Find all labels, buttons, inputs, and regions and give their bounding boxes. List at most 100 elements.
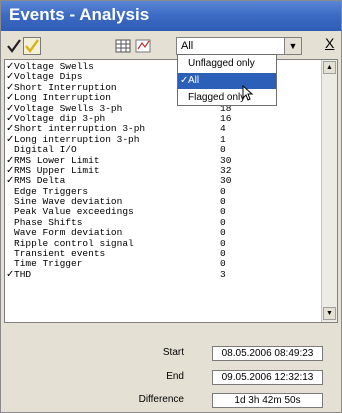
event-row[interactable]: Transient events 0 <box>5 248 323 260</box>
chart-view-button[interactable] <box>134 37 152 55</box>
menu-item-label: Unflagged only <box>188 58 255 69</box>
event-row[interactable]: Ripple control signal 0 <box>5 237 323 249</box>
event-name: Sine Wave deviation <box>14 196 123 208</box>
chart-icon <box>135 39 151 53</box>
row-checkmark-icon[interactable]: ✓ <box>6 155 14 166</box>
row-checkmark-icon[interactable]: ✓ <box>6 103 14 114</box>
end-field: 09.05.2006 12:32:13 <box>212 370 323 385</box>
start-field: 08.05.2006 08:49:23 <box>212 346 323 361</box>
close-button[interactable]: X <box>325 35 334 51</box>
event-count: 30 <box>220 175 232 187</box>
event-row[interactable]: Time Trigger 0 <box>5 258 323 270</box>
row-checkmark-icon[interactable]: ✓ <box>6 123 14 134</box>
chevron-down-icon[interactable]: ▼ <box>284 38 301 54</box>
row-checkmark-icon[interactable]: ✓ <box>6 71 14 82</box>
mouse-pointer-icon <box>242 84 254 104</box>
row-checkmark-icon[interactable]: ✓ <box>6 165 14 176</box>
event-list[interactable]: ✓ Voltage Swells ✓ Voltage Dips ✓ Short Inter… <box>4 59 338 323</box>
filter-select-value: All <box>181 40 194 52</box>
event-name: Voltage dip 3-ph <box>14 112 106 124</box>
event-count: 0 <box>220 185 226 197</box>
row-checkmark-icon[interactable]: ✓ <box>6 134 14 145</box>
event-row[interactable]: ✓ Long interruption 3-ph 1 <box>5 133 323 145</box>
event-name: Long interruption 3-ph <box>14 133 140 145</box>
event-count: 16 <box>220 112 232 124</box>
event-row[interactable]: ✓ RMS Upper Limit 32 <box>5 164 323 176</box>
menu-item-flagged-only[interactable]: Flagged only <box>178 90 276 106</box>
grid-view-button[interactable] <box>114 37 132 55</box>
event-row[interactable]: Digital I/O 0 <box>5 144 323 156</box>
window-title: Events - Analysis <box>9 5 150 24</box>
event-name: Wave Form deviation <box>14 227 123 239</box>
event-name: Digital I/O <box>14 144 77 156</box>
event-count: 0 <box>220 196 226 208</box>
difference-label: Difference <box>138 394 184 405</box>
event-count: 0 <box>220 248 226 260</box>
event-row[interactable]: ✓ Voltage dip 3-ph 16 <box>5 112 323 124</box>
row-checkmark-icon[interactable]: ✓ <box>6 175 14 186</box>
yellow-check-icon <box>25 39 39 53</box>
row-checkmark-icon[interactable]: ✓ <box>6 61 14 72</box>
event-count: 0 <box>220 258 226 270</box>
event-name: THD <box>14 268 32 280</box>
event-row[interactable]: ✓ RMS Delta 30 <box>5 175 323 187</box>
event-count: 0 <box>220 144 226 156</box>
event-name: Short interruption 3-ph <box>14 123 146 135</box>
event-count: 3 <box>220 268 226 280</box>
event-count: 32 <box>220 164 232 176</box>
event-name: Transient events <box>14 248 106 260</box>
event-name: Ripple control signal <box>14 237 134 249</box>
event-row[interactable]: Wave Form deviation 0 <box>5 227 323 239</box>
start-label: Start <box>162 347 184 358</box>
event-row[interactable]: ✓ THD 3 <box>5 268 323 280</box>
check-flagged-button[interactable] <box>23 37 41 55</box>
event-row[interactable]: ✓ RMS Lower Limit 30 <box>5 154 323 166</box>
event-name: Voltage Swells 3-ph <box>14 102 123 114</box>
end-label: End <box>166 371 184 382</box>
summary-panel: Start 08.05.2006 08:49:23 End 09.05.2006… <box>1 325 341 412</box>
menu-item-all[interactable]: ✓ All <box>178 73 276 89</box>
vertical-scrollbar[interactable]: ▲ ▼ <box>321 60 337 322</box>
event-name: RMS Lower Limit <box>14 154 100 166</box>
row-checkmark-icon[interactable]: ✓ <box>6 113 14 124</box>
event-count: 0 <box>220 206 226 218</box>
event-name: Short Interruption <box>14 81 117 93</box>
scroll-up-button[interactable]: ▲ <box>323 61 336 74</box>
event-name: RMS Delta <box>14 175 66 187</box>
event-name: Peak Value exceedings <box>14 206 134 218</box>
menu-item-label: Flagged only <box>188 92 246 103</box>
event-count: 1 <box>220 133 226 145</box>
event-row[interactable]: Edge Triggers 0 <box>5 185 323 197</box>
event-count: 0 <box>220 227 226 239</box>
event-name: Long Interruption <box>14 92 111 104</box>
difference-field: 1d 3h 42m 50s <box>212 393 323 408</box>
title-bar: Events - Analysis <box>1 1 341 31</box>
row-checkmark-icon[interactable]: ✓ <box>6 269 14 280</box>
grid-icon <box>115 39 131 53</box>
event-name: Phase Shifts <box>14 216 83 228</box>
event-row[interactable]: Phase Shifts 0 <box>5 216 323 228</box>
event-name: Edge Triggers <box>14 185 89 197</box>
event-row[interactable]: ✓ Short interruption 3-ph 4 <box>5 123 323 135</box>
check-all-button[interactable] <box>5 37 23 55</box>
filter-dropdown-menu: Unflagged only ✓ All Flagged only <box>177 54 277 106</box>
events-analysis-window: Events - Analysis All ▼ X ✓ Voltage Swel… <box>0 0 342 413</box>
filter-select[interactable]: All ▼ <box>176 37 302 55</box>
event-count: 30 <box>220 154 232 166</box>
checkmark-icon: ✓ <box>180 75 189 86</box>
row-checkmark-icon[interactable]: ✓ <box>6 92 14 103</box>
menu-item-unflagged-only[interactable]: Unflagged only <box>178 56 276 72</box>
event-name: Voltage Swells <box>14 61 94 72</box>
event-name: Voltage Dips <box>14 71 83 83</box>
event-name: RMS Upper Limit <box>14 164 100 176</box>
event-count: 4 <box>220 123 226 135</box>
scroll-down-button[interactable]: ▼ <box>323 307 336 320</box>
event-row[interactable]: Sine Wave deviation 0 <box>5 196 323 208</box>
green-check-icon <box>7 39 21 53</box>
event-count: 0 <box>220 216 226 228</box>
event-name: Time Trigger <box>14 258 83 270</box>
row-checkmark-icon[interactable]: ✓ <box>6 82 14 93</box>
event-count: 0 <box>220 237 226 249</box>
menu-item-label: All <box>188 75 200 86</box>
event-row[interactable]: Peak Value exceedings 0 <box>5 206 323 218</box>
